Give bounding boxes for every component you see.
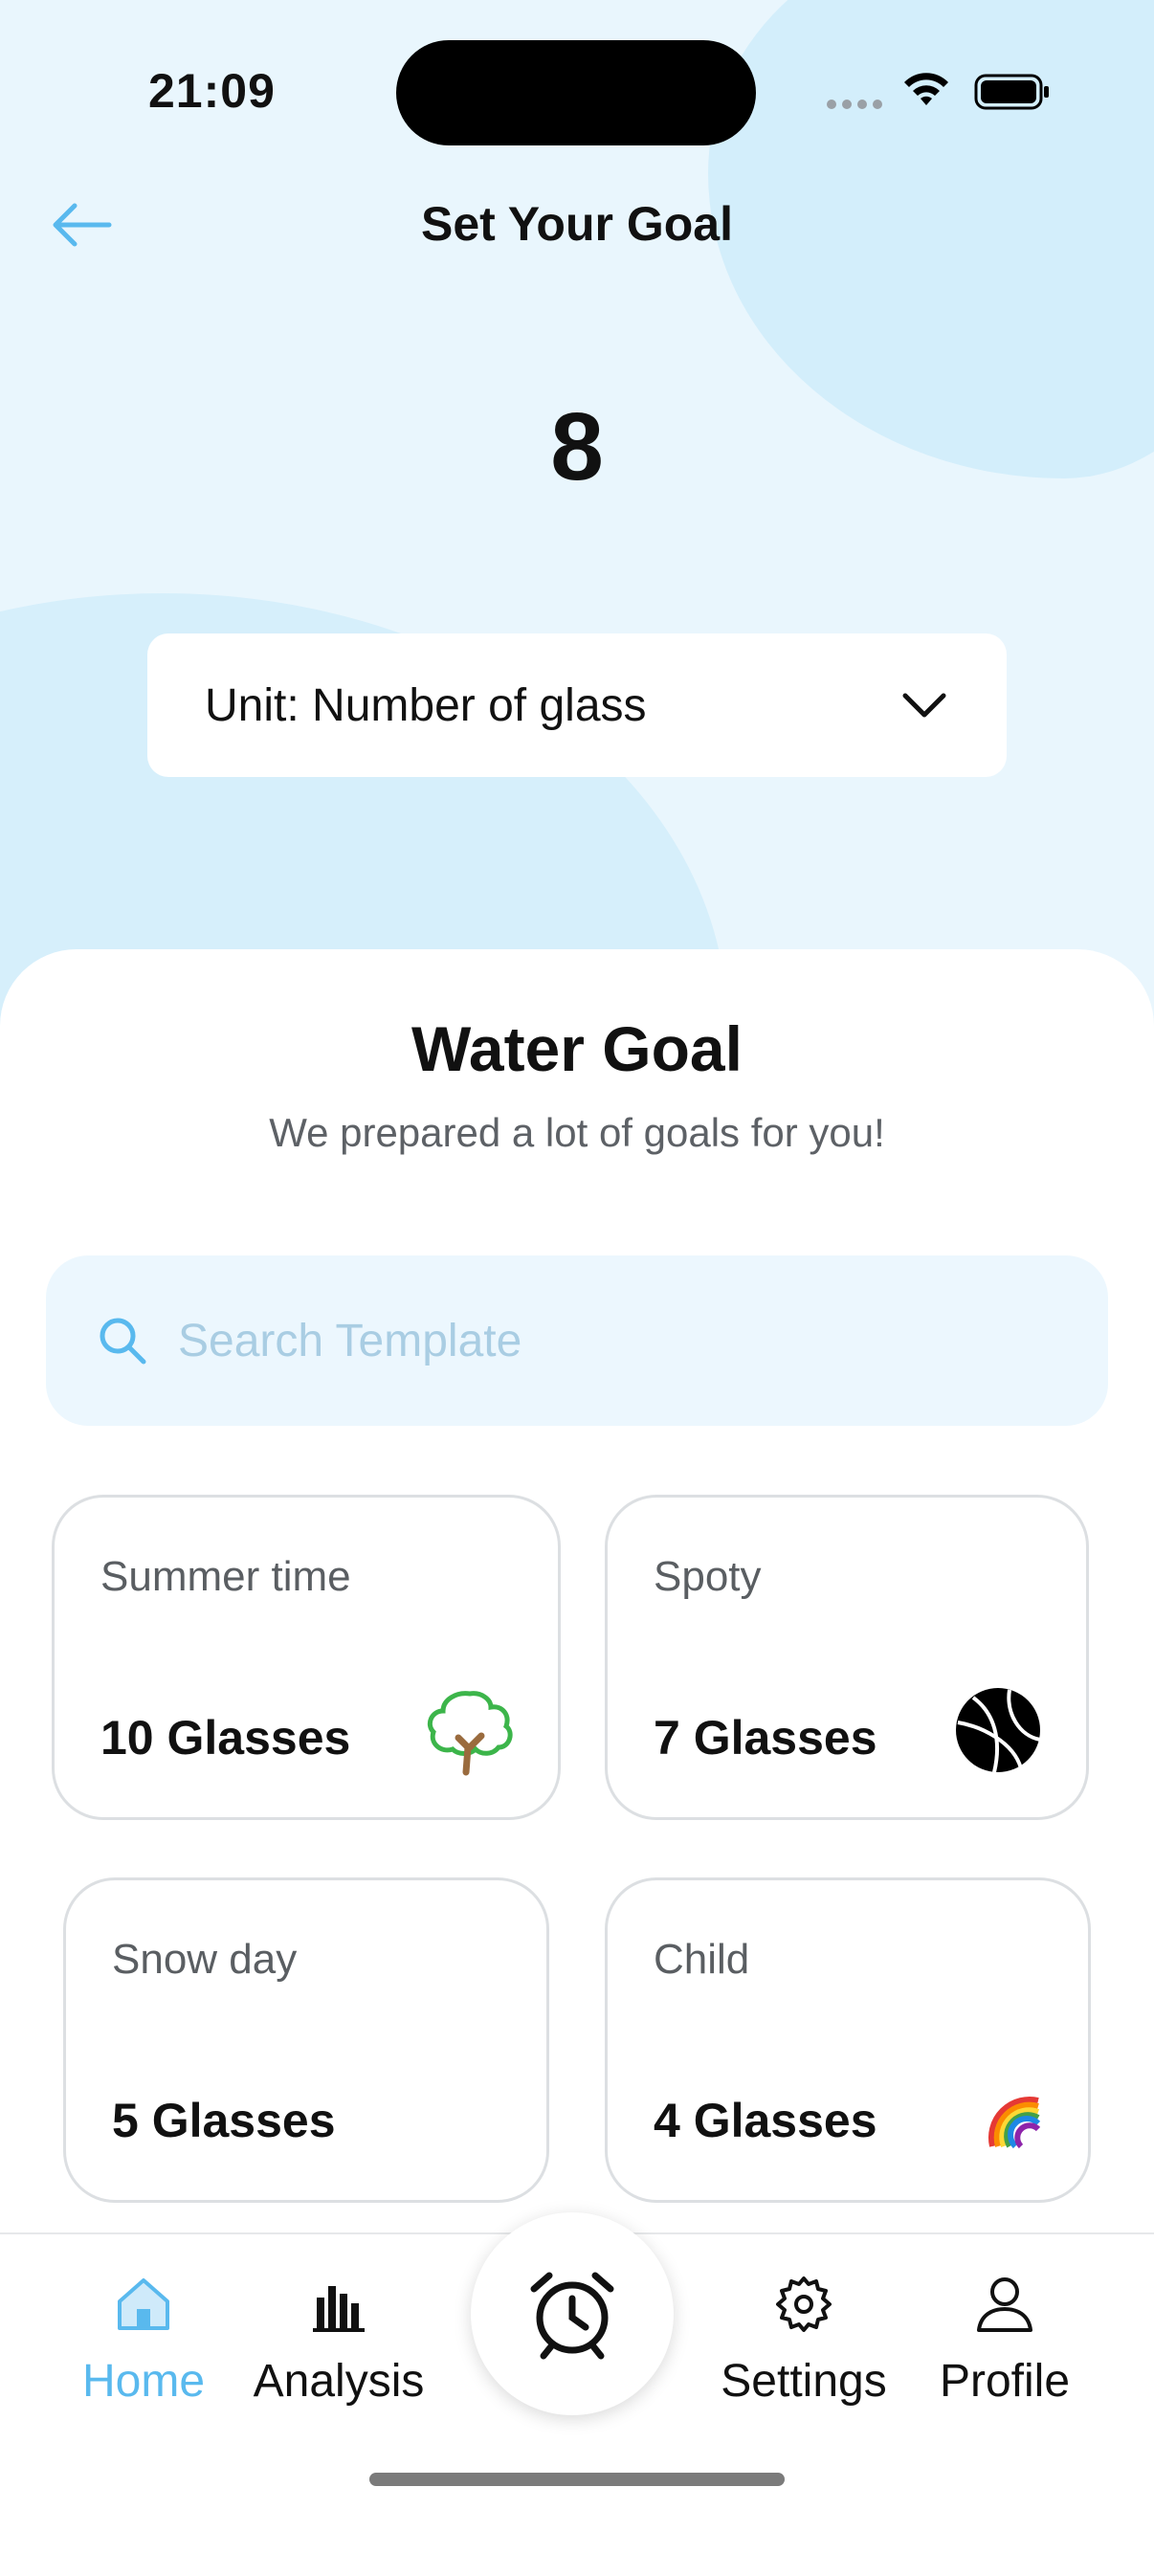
nav-label: Profile: [939, 2356, 1071, 2407]
rainbow-icon: [988, 2096, 1041, 2149]
basketball-icon: [956, 1688, 1041, 1773]
bar-chart-icon: [313, 2286, 365, 2332]
sheet-subtitle: We prepared a lot of goals for you!: [269, 1110, 885, 1155]
nav-label: Home: [81, 2356, 206, 2407]
template-amount: 5 Glasses: [112, 2094, 336, 2147]
status-time: 21:09: [148, 64, 276, 118]
battery-icon: [974, 74, 1049, 110]
template-amount: 7 Glasses: [654, 1711, 877, 1765]
cellular-signal-icon: [827, 100, 882, 109]
nav-item-home[interactable]: Home: [48, 2273, 239, 2408]
status-bar: 21:09: [0, 0, 1154, 182]
wifi-icon: [904, 73, 948, 105]
template-card-summer-time[interactable]: Summer time 10 Glasses: [52, 1495, 561, 1820]
home-icon: [118, 2278, 169, 2330]
nav-item-settings[interactable]: Settings: [708, 2273, 899, 2408]
home-indicator: [369, 2473, 785, 2486]
goal-value: 8: [550, 393, 604, 500]
template-card-snow-day[interactable]: Snow day 5 Glasses: [63, 1877, 549, 2203]
chevron-down-icon: [902, 693, 946, 718]
sheet-title: Water Goal: [411, 1013, 743, 1084]
template-amount: 10 Glasses: [100, 1711, 351, 1765]
page-title: Set Your Goal: [420, 197, 733, 251]
template-card-child[interactable]: Child 4 Glasses: [605, 1877, 1091, 2203]
alarm-clock-icon: [530, 2272, 614, 2360]
unit-dropdown-label: Unit: Number of glass: [205, 679, 647, 731]
nav-item-profile[interactable]: Profile: [909, 2273, 1100, 2408]
nav-label: Settings: [721, 2356, 887, 2407]
unit-dropdown[interactable]: Unit: Number of glass: [147, 633, 1007, 777]
template-name: Snow day: [112, 1936, 298, 1983]
search-input[interactable]: [176, 1313, 1041, 1368]
alarm-button[interactable]: [471, 2212, 674, 2415]
person-icon: [977, 2277, 1032, 2332]
template-name: Summer time: [100, 1553, 351, 1600]
dynamic-island: [396, 40, 756, 145]
search-icon: [100, 1318, 146, 1365]
nav-label: Analysis: [253, 2356, 425, 2407]
gear-icon: [776, 2276, 832, 2332]
template-name: Spoty: [654, 1553, 762, 1600]
search-bar[interactable]: [46, 1255, 1108, 1426]
template-card-spoty[interactable]: Spoty 7 Glasses: [605, 1495, 1089, 1820]
template-name: Child: [654, 1936, 750, 1983]
template-amount: 4 Glasses: [654, 2094, 877, 2147]
nav-item-analysis[interactable]: Analysis: [243, 2273, 434, 2408]
tree-icon: [427, 1691, 513, 1776]
